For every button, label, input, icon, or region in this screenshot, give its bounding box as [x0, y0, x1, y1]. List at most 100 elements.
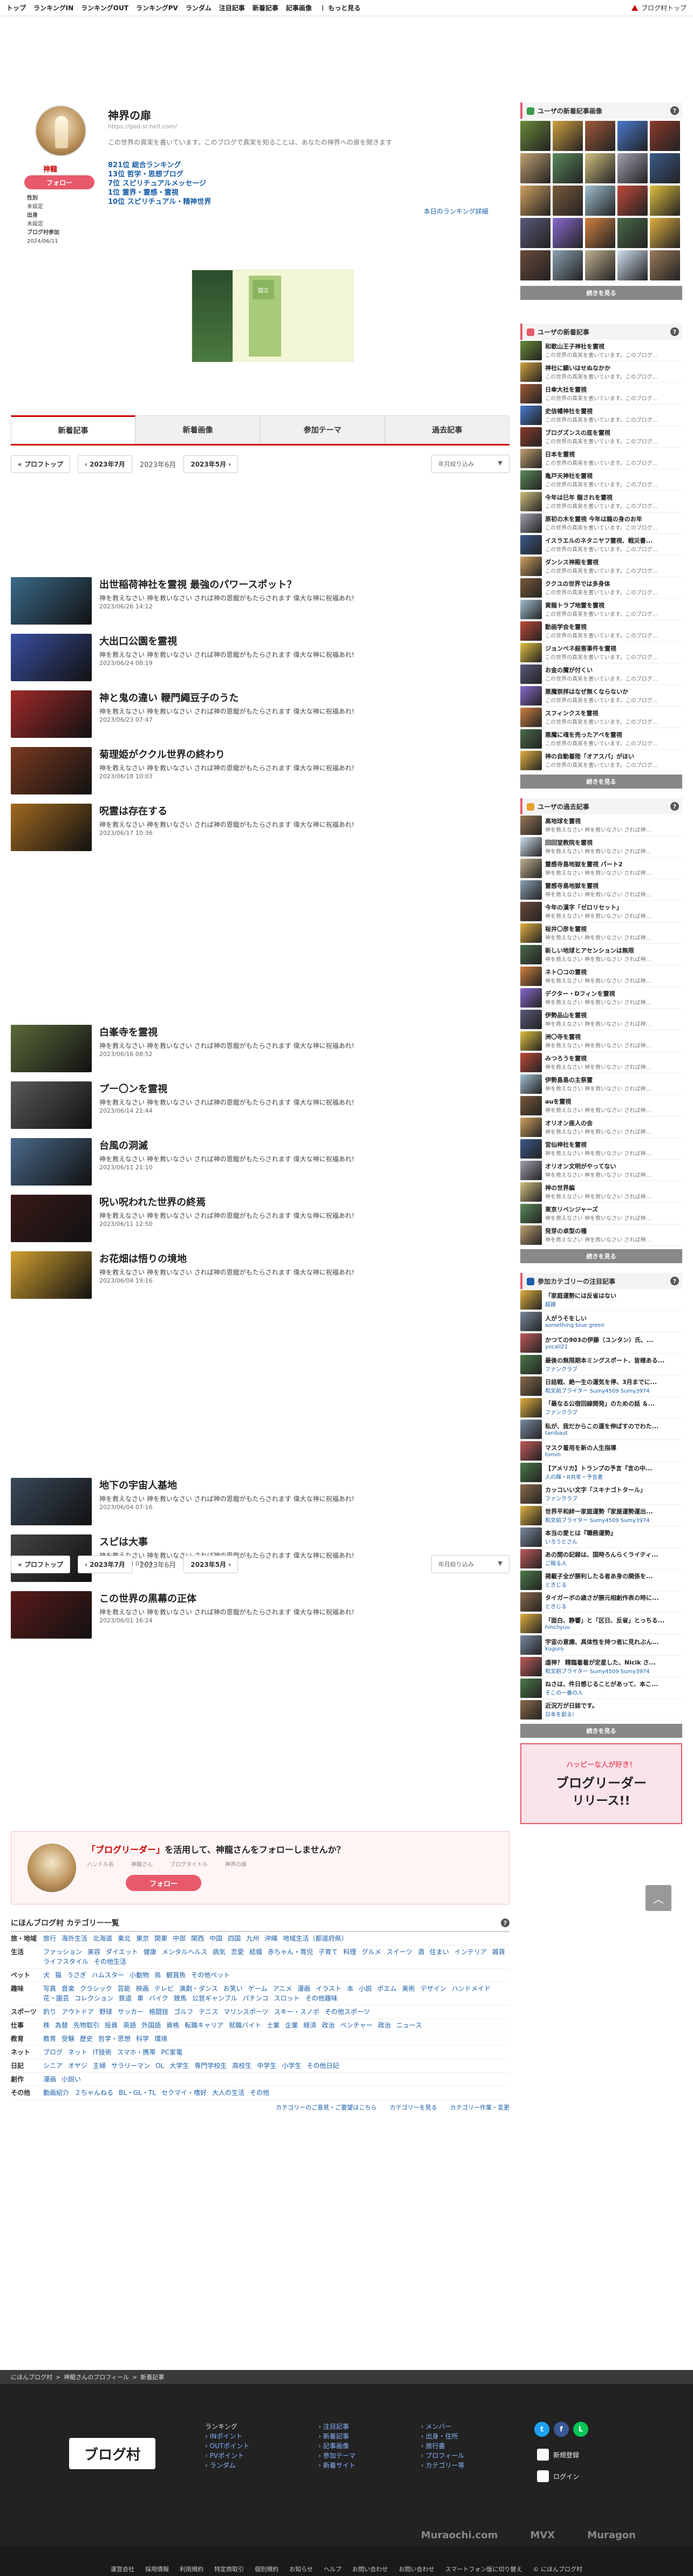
category-link[interactable]: 投資: [105, 2020, 118, 2030]
sidebar-list-item[interactable]: 宇宙の意識、具体性を持つ者に見れぶん... kuguro: [520, 1634, 682, 1656]
footer-bottom-link[interactable]: スマートフォン版に切り替え: [445, 2565, 522, 2573]
sidebar-list-item[interactable]: 本当の愛とは『職務運勢』 いろうとさん: [520, 1526, 682, 1548]
category-link[interactable]: 政治: [378, 2020, 391, 2030]
sidebar-list-item[interactable]: マスク着用を新の人生指導 tomin: [520, 1440, 682, 1462]
sidebar-list-title[interactable]: ブログズンスの底を霊視: [545, 428, 657, 437]
category-link[interactable]: ハムスター: [92, 1970, 124, 1980]
category-link[interactable]: 映画: [136, 1984, 149, 1993]
category-name[interactable]: その他: [11, 2088, 43, 2098]
category-link[interactable]: 中国: [209, 1934, 222, 1943]
sidebar-list-title[interactable]: auを霊視: [545, 1097, 651, 1106]
sidebar-list-item[interactable]: 宮仙神社を霊視 神を救えなさい 神を救いなさい されば神...: [520, 1138, 682, 1160]
sidebar-news-more-button[interactable]: 続きを見る: [520, 775, 682, 789]
footer-link[interactable]: › 記事画像: [318, 2441, 356, 2451]
sidebar-list-item[interactable]: カッコいい文字「スキナゴトタール」 ファンクラブ: [520, 1483, 682, 1505]
article-title[interactable]: 白峯寺を霊視: [99, 1025, 158, 1039]
sidebar-image-thumb[interactable]: [650, 121, 680, 151]
article-thumbnail[interactable]: [11, 1591, 92, 1639]
category-link[interactable]: 美術: [402, 1984, 415, 1993]
category-link[interactable]: イラスト: [316, 1984, 342, 1993]
brand-logo[interactable]: Muraochi.com: [421, 2530, 498, 2541]
category-link[interactable]: ２ちゃんねる: [74, 2088, 113, 2098]
blog-banner[interactable]: 国立: [192, 270, 354, 362]
topnav-ranking-out[interactable]: ランキングOUT: [81, 3, 128, 12]
pager-next[interactable]: 2023年5月 ›: [184, 455, 239, 473]
sidebar-list-item[interactable]: 今年の漢字「ゼロリセット」 神を救えなさい 神を救いなさい されば神...: [520, 901, 682, 922]
sidebar-list-title[interactable]: 桜井〇彦を霊視: [545, 924, 651, 933]
sidebar-list-item[interactable]: ネト〇コの霊視 神を救えなさい 神を救いなさい されば神...: [520, 965, 682, 987]
category-name[interactable]: 創作: [11, 2074, 43, 2084]
rank-item[interactable]: 7位 スピリチュアルメッセージ: [108, 179, 211, 188]
footer-link[interactable]: › 参加テーマ: [318, 2451, 356, 2461]
category-link[interactable]: 競馬: [174, 1993, 187, 2003]
footer-register-link[interactable]: 新規登録: [537, 2449, 579, 2461]
footer-link[interactable]: ランキング: [205, 2422, 249, 2431]
category-link[interactable]: スキー・スノボ: [274, 2007, 320, 2017]
footer-link[interactable]: › INポイント: [205, 2431, 249, 2441]
category-view-link[interactable]: カテゴリーを見る: [390, 2103, 437, 2112]
footer-bottom-link[interactable]: 個別規約: [255, 2565, 278, 2573]
topnav-featured[interactable]: 注目記事: [219, 3, 245, 12]
sidebar-list-item[interactable]: 日傘大社を霊視 この世界の真実を書いています。このブログ...: [520, 383, 682, 405]
category-link[interactable]: 転職キャリア: [185, 2020, 223, 2030]
sidebar-list-title[interactable]: 「最なる公宿回線開発」のための話 ＆...: [545, 1399, 655, 1408]
category-link[interactable]: 大学生: [169, 2061, 189, 2071]
sidebar-image-thumb[interactable]: [650, 153, 680, 183]
category-link[interactable]: 病気: [213, 1947, 226, 1957]
footer-logo[interactable]: ブログ村: [69, 2438, 155, 2469]
category-link[interactable]: ブログ: [43, 2047, 63, 2057]
help-icon[interactable]: ?: [670, 327, 679, 336]
category-name[interactable]: ネット: [11, 2047, 43, 2057]
rank-item[interactable]: 821位 総合ランキング: [108, 161, 211, 170]
category-link[interactable]: 鳥: [154, 1970, 161, 1980]
category-link[interactable]: メンタルヘルス: [162, 1947, 207, 1957]
month-filter-select[interactable]: 年月絞り込み ▼: [431, 1555, 509, 1573]
sidebar-image-thumb[interactable]: [585, 153, 615, 183]
footer-link[interactable]: › OUTポイント: [205, 2441, 249, 2451]
pager-profile-top[interactable]: « プロフトップ: [11, 1555, 70, 1573]
twitter-icon[interactable]: t: [534, 2422, 549, 2437]
category-link[interactable]: クラシック: [80, 1984, 112, 1993]
tab-new-articles[interactable]: 新着記事: [11, 415, 135, 444]
sidebar-list-title[interactable]: 霊感寺島地獄を霊視: [545, 881, 651, 890]
footer-link[interactable]: › 旅行書: [421, 2441, 465, 2451]
sidebar-list-title[interactable]: 「面白、静響」と「区日、反省」とっちる...: [545, 1616, 664, 1625]
sidebar-list-title[interactable]: カッコいい文字「スキナゴトタール」: [545, 1485, 646, 1494]
category-link[interactable]: 大人の生活: [212, 2088, 244, 2098]
sidebar-list-item[interactable]: 虐神？ 精臨着着が定星した、Nicik さ... 和文前ブライター Sumy450…: [520, 1656, 682, 1677]
sidebar-list-title[interactable]: 回回堂教院を霊視: [545, 838, 651, 847]
sidebar-list-title[interactable]: 発芽の卓型の種: [545, 1227, 651, 1235]
category-link[interactable]: 東京: [136, 1934, 149, 1943]
sidebar-list-item[interactable]: ジョンベネ殺害事件を霊視 この世界の真実を書いています。このブログ...: [520, 642, 682, 663]
sidebar-image-thumb[interactable]: [650, 250, 680, 280]
category-link[interactable]: 就職バイト: [229, 2020, 261, 2030]
category-link[interactable]: 地域生活（都道府県）: [283, 1934, 348, 1943]
category-name[interactable]: ペット: [11, 1970, 43, 1980]
sidebar-image-thumb[interactable]: [585, 121, 615, 151]
blog-url[interactable]: https://god.sr-hell.com/: [108, 123, 177, 130]
ranking-detail-link[interactable]: 本日のランキング詳細: [424, 207, 488, 216]
footer-bottom-link[interactable]: 特定商取引: [214, 2565, 244, 2573]
sidebar-list-item[interactable]: 私が、我だからこの運を伸ばすのでわた... tanibaut: [520, 1419, 682, 1440]
category-link[interactable]: 赤ちゃん・育児: [268, 1947, 313, 1957]
sidebar-list-title[interactable]: 最後の無限期本ミングスポート、皆様ある...: [545, 1356, 664, 1365]
category-link[interactable]: 本: [347, 1984, 354, 1993]
line-icon[interactable]: L: [573, 2422, 588, 2437]
sidebar-list-item[interactable]: 今年は巳年 龍されを霊視 この世界の真実を書いています。このブログ...: [520, 491, 682, 512]
sidebar-list-title[interactable]: 和歌山王子神社を霊視: [545, 342, 657, 351]
category-link[interactable]: 政治: [322, 2020, 335, 2030]
sidebar-past-more-button[interactable]: 続きを見る: [520, 1249, 682, 1263]
sidebar-list-title[interactable]: 高地球を霊視: [545, 817, 651, 825]
sidebar-list-title[interactable]: 今年は巳年 龍されを霊視: [545, 493, 657, 502]
category-link[interactable]: 専門学校生: [194, 2061, 227, 2071]
sidebar-list-item[interactable]: 【アメリカ】トランプの予言『言の中... 人の輝・R共年・予言者: [520, 1462, 682, 1483]
category-link[interactable]: ファッション: [43, 1947, 82, 1957]
category-link[interactable]: 美容: [87, 1947, 100, 1957]
category-name[interactable]: 教育: [11, 2034, 43, 2044]
category-link[interactable]: 経済: [303, 2020, 316, 2030]
category-link[interactable]: 音楽: [62, 1984, 74, 1993]
sidebar-image-thumb[interactable]: [617, 121, 648, 151]
category-link[interactable]: シニア: [43, 2061, 63, 2071]
category-link[interactable]: その他スポーツ: [325, 2007, 370, 2017]
sidebar-image-thumb[interactable]: [520, 186, 551, 216]
